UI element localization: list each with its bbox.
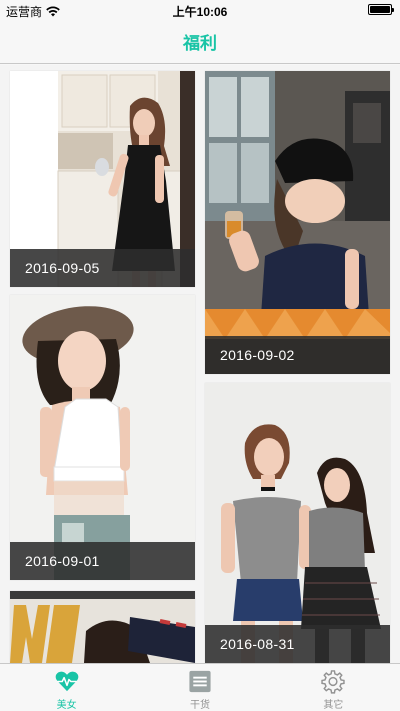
- date-caption: 2016-09-05: [10, 249, 195, 287]
- tab-label: 干货: [189, 700, 210, 711]
- photo-card[interactable]: 2016-09-01: [10, 295, 195, 580]
- tab-label: 美女: [56, 700, 77, 711]
- gear-icon: [321, 670, 345, 694]
- photo-card[interactable]: 2016-09-02: [205, 71, 390, 374]
- photo-card[interactable]: [10, 591, 195, 663]
- tab-other[interactable]: 其它: [267, 664, 400, 711]
- date-caption: 2016-09-02: [205, 336, 390, 374]
- photo-feed[interactable]: 2016-09-05 2016-09-02 2016-09-01 2016-08…: [0, 65, 400, 663]
- list-icon: [189, 670, 211, 693]
- photo-image: [10, 591, 195, 663]
- date-caption: 2016-09-01: [10, 542, 195, 580]
- photo-image: [10, 295, 195, 580]
- photo-card[interactable]: 2016-08-31: [205, 383, 390, 663]
- status-bar: 运营商 上午10:06: [0, 0, 400, 20]
- status-right: [368, 4, 394, 15]
- tab-label: 其它: [323, 700, 344, 711]
- photo-image: [205, 383, 390, 663]
- heart-pulse-icon: [55, 671, 78, 692]
- photo-image: [205, 71, 390, 374]
- photo-card[interactable]: 2016-09-05: [10, 71, 195, 287]
- tab-bar: 美女 干货 其它: [0, 663, 400, 711]
- tab-girls[interactable]: 美女: [0, 664, 133, 711]
- battery-icon: [368, 4, 394, 15]
- navigation-bar: 福利: [0, 20, 400, 64]
- tab-tech[interactable]: 干货: [133, 664, 266, 711]
- status-time: 上午10:06: [172, 5, 228, 19]
- date-caption: 2016-08-31: [205, 625, 390, 663]
- page-title: 福利: [183, 34, 217, 53]
